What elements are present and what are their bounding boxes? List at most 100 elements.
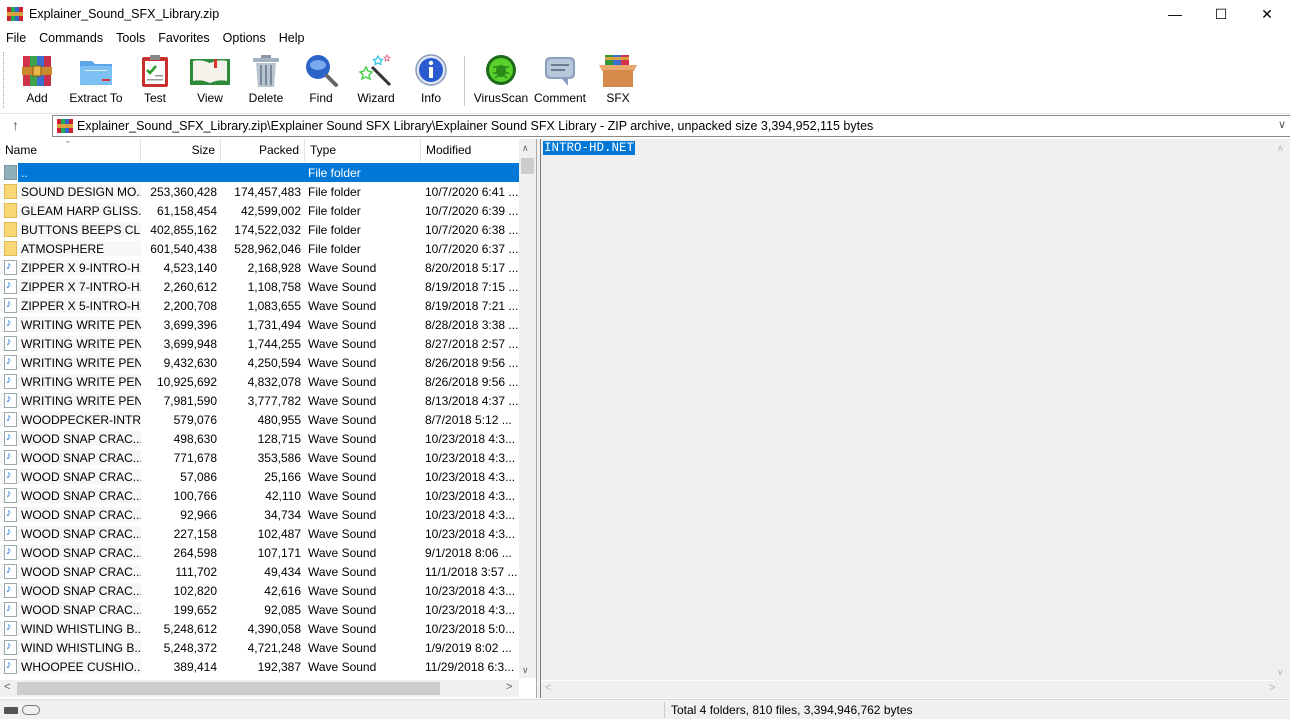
- file-row[interactable]: ZIPPER X 9-INTRO-H... 4,523,140 2,168,928 W…: [0, 258, 519, 277]
- parent-folder-icon: [4, 165, 17, 180]
- horizontal-scroll-thumb[interactable]: [17, 682, 440, 695]
- comment-scroll-right-icon[interactable]: >: [1269, 682, 1275, 694]
- toolbar-grip[interactable]: [3, 52, 5, 108]
- file-row[interactable]: WOOD SNAP CRAC... 498,630 128,715 Wave Soun…: [0, 429, 519, 448]
- sfx-box-icon: [597, 53, 639, 89]
- file-row[interactable]: WIND WHISTLING B... 5,248,372 4,721,248 Wav…: [0, 638, 519, 657]
- address-path-field[interactable]: Explainer_Sound_SFX_Library.zip\Explaine…: [52, 115, 1290, 137]
- comment-button[interactable]: Comment: [531, 53, 589, 109]
- test-button[interactable]: Test: [128, 53, 182, 109]
- scroll-up-icon[interactable]: ∧: [522, 143, 529, 154]
- file-name-cell: WOOD SNAP CRAC...: [0, 545, 141, 560]
- toolbar: Add Extract To Test View Delete Find Wiz…: [0, 48, 1290, 114]
- file-row[interactable]: WOOD SNAP CRAC... 771,678 353,586 Wave Soun…: [0, 448, 519, 467]
- menu-options[interactable]: Options: [223, 31, 266, 45]
- info-button[interactable]: Info: [404, 53, 458, 109]
- add-button[interactable]: Add: [14, 53, 60, 109]
- file-row[interactable]: WOODPECKER-INTR... 579,076 480,955 Wave Sou…: [0, 410, 519, 429]
- file-name: WOOD SNAP CRAC...: [21, 507, 141, 522]
- wave-sound-icon: [4, 659, 17, 674]
- file-name: WOOD SNAP CRAC...: [21, 488, 141, 503]
- file-name-cell: WOOD SNAP CRAC...: [0, 583, 141, 598]
- file-row[interactable]: WRITING WRITE PEN... 7,981,590 3,777,782 Wa…: [0, 391, 519, 410]
- virusscan-label: VirusScan: [473, 91, 529, 105]
- file-row[interactable]: WOOD SNAP CRAC... 227,158 102,487 Wave Soun…: [0, 524, 519, 543]
- address-bar: ↑ Explainer_Sound_SFX_Library.zip\Explai…: [0, 114, 1290, 138]
- file-row[interactable]: WOOD SNAP CRAC... 92,966 34,734 Wave Sound 1…: [0, 505, 519, 524]
- menu-tools[interactable]: Tools: [116, 31, 145, 45]
- file-type: File folder: [308, 165, 361, 180]
- extract-to-button[interactable]: Extract To: [64, 53, 128, 109]
- maximize-button[interactable]: ☐: [1198, 0, 1244, 28]
- file-row[interactable]: WOOD SNAP CRAC... 57,086 25,166 Wave Sound 1…: [0, 467, 519, 486]
- file-row[interactable]: ZIPPER X 5-INTRO-H... 2,200,708 1,083,655 W…: [0, 296, 519, 315]
- file-name: ZIPPER X 5-INTRO-H...: [21, 298, 141, 313]
- comment-scroll-left-icon[interactable]: <: [545, 682, 551, 694]
- find-button[interactable]: Find: [294, 53, 348, 109]
- find-label: Find: [309, 91, 333, 105]
- file-name: WOODPECKER-INTR...: [21, 412, 141, 427]
- column-header-type[interactable]: Type: [305, 139, 421, 162]
- file-row[interactable]: .. File folder: [0, 163, 519, 182]
- column-header-packed[interactable]: Packed: [221, 139, 305, 162]
- comment-vertical-scrollbar[interactable]: ∧ ∨: [1273, 139, 1290, 680]
- file-row[interactable]: WRITING WRITE PEN... 9,432,630 4,250,594 Wa…: [0, 353, 519, 372]
- file-row[interactable]: WOOD SNAP CRAC... 111,702 49,434 Wave Sound…: [0, 562, 519, 581]
- status-bar: Total 4 folders, 810 files, 3,394,946,76…: [0, 699, 1290, 719]
- scroll-right-icon[interactable]: >: [506, 681, 512, 693]
- file-name: WOOD SNAP CRAC...: [21, 602, 141, 617]
- file-row[interactable]: WRITING WRITE PEN... 3,699,396 1,731,494 Wa…: [0, 315, 519, 334]
- file-row[interactable]: WRITING WRITE PEN... 10,925,692 4,832,078 W…: [0, 372, 519, 391]
- address-dropdown-icon[interactable]: ∨: [1278, 118, 1286, 131]
- file-row[interactable]: WOOD SNAP CRAC... 264,598 107,171 Wave Soun…: [0, 543, 519, 562]
- wizard-button[interactable]: Wizard: [348, 53, 404, 109]
- file-row[interactable]: WHOOPEE CUSHIO... 389,414 192,387 Wave Soun…: [0, 657, 519, 676]
- file-row[interactable]: ZIPPER X 7-INTRO-H... 2,260,612 1,108,758 W…: [0, 277, 519, 296]
- archive-comment-pane[interactable]: INTRO-HD.NET ∧ ∨ < >: [540, 139, 1290, 698]
- scroll-down-icon[interactable]: ∨: [522, 665, 529, 676]
- virusscan-button[interactable]: VirusScan: [471, 53, 531, 109]
- file-row[interactable]: GLEAM HARP GLISS... 61,158,454 42,599,002 F…: [0, 201, 519, 220]
- file-list-horizontal-scrollbar[interactable]: < >: [0, 680, 519, 697]
- comment-horizontal-scrollbar[interactable]: < >: [541, 680, 1275, 697]
- menu-favorites[interactable]: Favorites: [158, 31, 209, 45]
- column-header-size[interactable]: Size: [141, 139, 221, 162]
- wave-sound-icon: [4, 621, 17, 636]
- test-label: Test: [143, 91, 166, 105]
- column-header-modified[interactable]: Modified: [421, 139, 519, 162]
- file-row[interactable]: WRITING WRITE PEN... 3,699,948 1,744,255 Wa…: [0, 334, 519, 353]
- comment-scroll-up-icon[interactable]: ∧: [1277, 143, 1284, 154]
- view-button[interactable]: View: [182, 53, 238, 109]
- file-packed-size: 107,171: [257, 545, 301, 560]
- comment-scroll-down-icon[interactable]: ∨: [1277, 667, 1284, 678]
- file-name: WIND WHISTLING B...: [21, 621, 141, 636]
- up-folder-button[interactable]: ↑: [12, 117, 19, 133]
- minimize-button[interactable]: —: [1152, 0, 1198, 28]
- close-button[interactable]: ✕: [1244, 0, 1290, 28]
- file-row[interactable]: WOOD SNAP CRAC... 100,766 42,110 Wave Sound…: [0, 486, 519, 505]
- zip-archive-icon: [57, 118, 73, 134]
- file-name-cell: ZIPPER X 7-INTRO-H...: [0, 279, 141, 294]
- file-row[interactable]: ATMOSPHERE 601,540,438 528,962,046 File fol…: [0, 239, 519, 258]
- menu-file[interactable]: File: [6, 31, 26, 45]
- menu-help[interactable]: Help: [279, 31, 305, 45]
- file-row[interactable]: WOOD SNAP CRAC... 102,820 42,616 Wave Sound…: [0, 581, 519, 600]
- delete-button[interactable]: Delete: [238, 53, 294, 109]
- file-name: WOOD SNAP CRAC...: [21, 450, 141, 465]
- file-row[interactable]: WOOD SNAP CRAC... 199,652 92,085 Wave Sound…: [0, 600, 519, 619]
- file-packed-size: 174,522,032: [234, 222, 301, 237]
- file-list-vertical-scrollbar[interactable]: ∧ ∨: [519, 139, 536, 678]
- vertical-scroll-thumb[interactable]: [521, 158, 534, 174]
- wave-sound-icon: [4, 640, 17, 655]
- menu-commands[interactable]: Commands: [39, 31, 103, 45]
- file-name: WHOOPEE CUSHIO...: [21, 659, 141, 674]
- sfx-button[interactable]: SFX: [589, 53, 647, 109]
- file-row[interactable]: BUTTONS BEEPS CLI... 402,855,162 174,522,0…: [0, 220, 519, 239]
- key-icon[interactable]: [22, 705, 40, 715]
- file-packed-size: 92,085: [264, 602, 301, 617]
- scroll-left-icon[interactable]: <: [4, 681, 10, 693]
- file-name-cell: WOOD SNAP CRAC...: [0, 564, 141, 579]
- file-row[interactable]: WIND WHISTLING B... 5,248,612 4,390,058 Wav…: [0, 619, 519, 638]
- file-row[interactable]: SOUND DESIGN MO... 253,360,428 174,457,483…: [0, 182, 519, 201]
- archive-comment-text[interactable]: INTRO-HD.NET: [543, 141, 636, 155]
